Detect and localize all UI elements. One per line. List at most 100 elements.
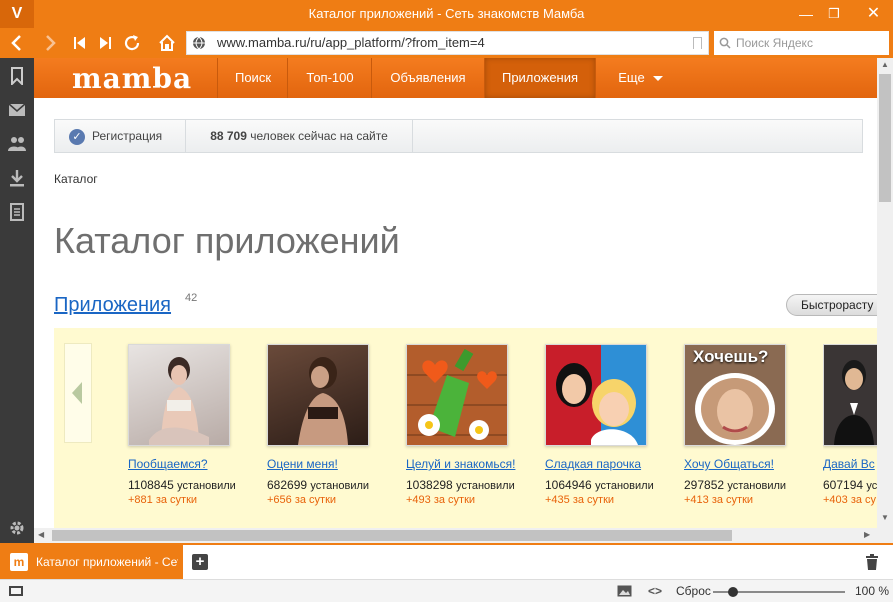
zoom-reset-button[interactable]: Сброс: [676, 580, 711, 602]
mamba-favicon-icon: m: [10, 553, 28, 571]
app-thumbnail[interactable]: [823, 344, 877, 446]
app-thumbnail[interactable]: Хочешь?: [684, 344, 786, 446]
site-header: mamba Поиск Топ-100 Объявления Приложени…: [34, 58, 877, 98]
app-thumbnail[interactable]: [406, 344, 508, 446]
bookmarks-icon[interactable]: [0, 62, 34, 90]
bookmark-icon[interactable]: [693, 37, 702, 49]
maximize-button[interactable]: ❒: [822, 0, 846, 28]
sort-fastest-growing-button[interactable]: Быстрорасту: [786, 294, 877, 316]
vivaldi-menu-button[interactable]: V: [0, 0, 34, 28]
scroll-right-icon[interactable]: ▶: [864, 530, 870, 539]
search-input[interactable]: Поиск Яндекс: [714, 31, 889, 55]
menu-apps[interactable]: Приложения: [484, 58, 595, 98]
online-counter: 88 709 человек сейчас на сайте: [186, 120, 413, 152]
app-thumbnail[interactable]: [128, 344, 230, 446]
online-text: человек сейчас на сайте: [250, 129, 388, 143]
thumbnail-caption: Хочешь?: [693, 347, 769, 366]
installs-label: установили: [456, 480, 515, 492]
menu-more-label: Еще: [618, 70, 645, 85]
vertical-scroll-thumb[interactable]: [879, 74, 891, 202]
fast-forward-icon[interactable]: [91, 28, 119, 58]
menu-search[interactable]: Поиск: [217, 58, 288, 98]
code-icon[interactable]: <>: [648, 580, 662, 602]
installs-count: 682699: [267, 478, 308, 492]
vertical-scrollbar[interactable]: ▲ ▼: [877, 58, 893, 528]
reload-icon[interactable]: [118, 28, 146, 58]
zoom-level: 100 %: [855, 584, 890, 598]
new-tab-button[interactable]: +: [192, 554, 208, 570]
online-count: 88 709: [210, 129, 247, 143]
panel-toggle-icon[interactable]: [9, 586, 23, 596]
app-daily-growth: +656 за сутки: [267, 494, 337, 506]
search-icon: [719, 37, 731, 49]
scroll-left-icon[interactable]: ◀: [38, 530, 44, 539]
app-thumbnail[interactable]: [545, 344, 647, 446]
back-icon[interactable]: [3, 28, 31, 58]
home-icon[interactable]: [153, 28, 181, 58]
notes-icon[interactable]: [0, 198, 34, 226]
close-button[interactable]: ✕: [854, 0, 893, 28]
info-bar: ✓ Регистрация 88 709 человек сейчас на с…: [54, 119, 863, 153]
app-daily-growth: +493 за сутки: [406, 494, 476, 506]
browser-logo: V: [11, 5, 23, 22]
app-name-link[interactable]: Сладкая парочка: [545, 457, 641, 471]
app-daily-growth: +881 за сутки: [128, 494, 198, 506]
apps-count: 42: [185, 292, 198, 304]
menu-more[interactable]: Еще: [595, 58, 675, 98]
installs-count: 1038298: [406, 478, 453, 492]
menu-top100[interactable]: Топ-100: [287, 58, 372, 98]
image-icon[interactable]: [617, 585, 632, 597]
globe-icon: [193, 36, 205, 50]
tab-bar: m Каталог приложений - Сет +: [0, 543, 893, 579]
installs-label: установили: [310, 480, 370, 492]
app-thumbnail[interactable]: [267, 344, 369, 446]
trash-icon[interactable]: [865, 554, 879, 570]
horizontal-scroll-thumb[interactable]: [52, 530, 732, 541]
scroll-down-icon[interactable]: ▼: [881, 513, 889, 522]
arrow-left-icon: [72, 382, 82, 404]
apps-carousel: Пообщаемся? 1108845 установили +881 за с…: [54, 328, 877, 528]
app-installs: 297852 установили: [684, 478, 786, 492]
app-name-link[interactable]: Целуй и знакомься!: [406, 457, 515, 471]
app-daily-growth: +403 за су: [823, 494, 877, 506]
checkmark-icon: ✓: [69, 129, 85, 145]
window-title: Каталог приложений - Сеть знакомств Мамб…: [308, 6, 585, 21]
web-page: mamba Поиск Топ-100 Объявления Приложени…: [34, 58, 877, 528]
app-daily-growth: +435 за сутки: [545, 494, 615, 506]
address-bar[interactable]: www.mamba.ru/ru/app_platform/?from_item=…: [186, 31, 709, 55]
chevron-down-icon: [653, 76, 663, 81]
app-name-link[interactable]: Оцени меня!: [267, 457, 338, 471]
mamba-logo[interactable]: mamba: [72, 62, 192, 95]
apps-section-link[interactable]: Приложения: [54, 294, 171, 317]
menu-ads[interactable]: Объявления: [371, 58, 484, 98]
installs-label: установили: [595, 480, 654, 492]
zoom-slider-handle[interactable]: [728, 587, 738, 597]
installs-count: 607194: [823, 478, 864, 492]
contacts-icon[interactable]: [0, 130, 34, 158]
app-name-link[interactable]: Пообщаемся?: [128, 457, 208, 471]
app-daily-growth: +413 за сутки: [684, 494, 754, 506]
title-bar: Каталог приложений - Сеть знакомств Мамб…: [0, 0, 893, 28]
app-name-link[interactable]: Хочу Общаться!: [684, 457, 774, 471]
installs-count: 1064946: [545, 478, 592, 492]
app-installs: 607194 уст: [823, 478, 877, 492]
tab-active[interactable]: m Каталог приложений - Сет: [0, 545, 183, 579]
installs-count: 297852: [684, 478, 725, 492]
app-installs: 1108845 установили: [128, 478, 236, 492]
settings-gear-icon[interactable]: [0, 514, 34, 542]
installs-label: установили: [177, 480, 236, 492]
installs-label: установили: [727, 480, 787, 492]
horizontal-scrollbar[interactable]: ◀ ▶: [34, 528, 877, 543]
app-name-link[interactable]: Давай Вс: [823, 457, 875, 471]
register-button[interactable]: ✓ Регистрация: [55, 120, 186, 152]
mail-icon[interactable]: [0, 96, 34, 124]
scroll-up-icon[interactable]: ▲: [881, 60, 889, 69]
browser-side-panel: [0, 58, 34, 543]
forward-icon[interactable]: [36, 28, 64, 58]
breadcrumb[interactable]: Каталог: [54, 172, 98, 186]
carousel-prev-button[interactable]: [64, 343, 92, 443]
rewind-icon[interactable]: [66, 28, 94, 58]
downloads-icon[interactable]: [0, 164, 34, 192]
minimize-button[interactable]: ―: [794, 0, 818, 28]
search-placeholder: Поиск Яндекс: [736, 36, 813, 50]
